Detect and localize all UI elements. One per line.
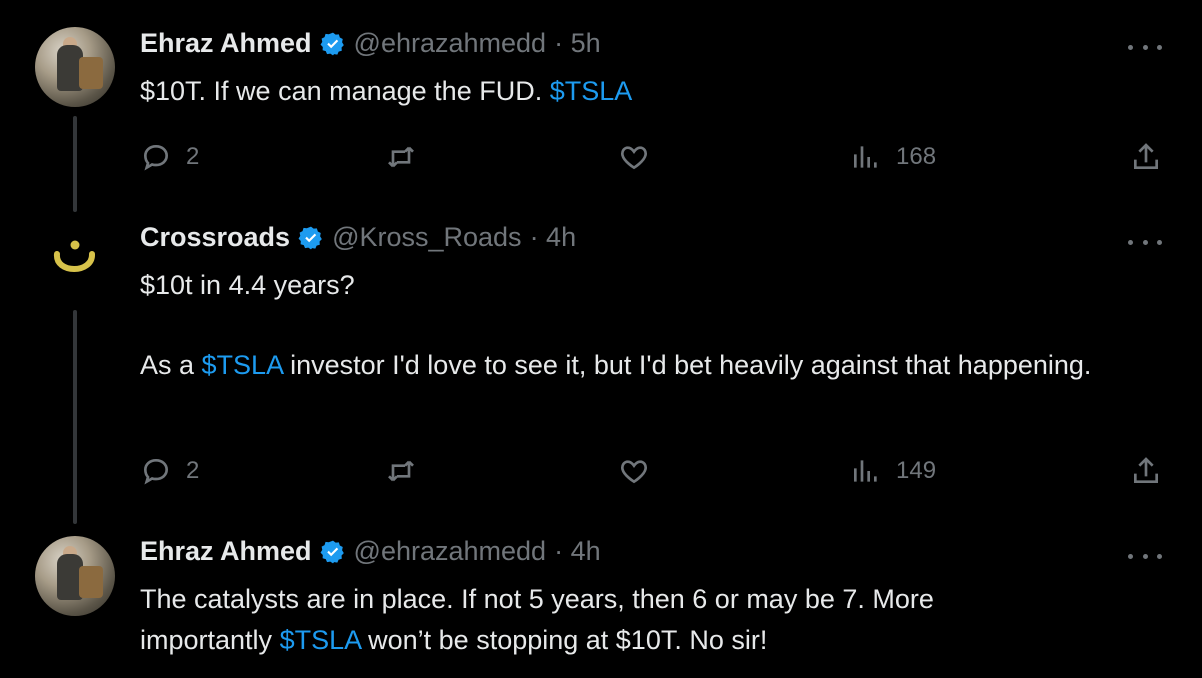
reply-count: 2	[186, 143, 200, 170]
analytics-icon	[854, 460, 877, 482]
like-button[interactable]	[618, 137, 650, 177]
reply-button[interactable]: 2	[140, 451, 199, 491]
tweet-text: $10t in 4.4 years? As a $TSLA investor I…	[140, 265, 1140, 386]
author-handle[interactable]: @ehrazahmedd	[354, 536, 547, 567]
tweet-time[interactable]: · 4h	[530, 222, 577, 253]
avatar[interactable]	[35, 27, 115, 107]
views-button[interactable]: 168	[850, 137, 936, 177]
share-icon	[1134, 457, 1158, 483]
more-options-icon[interactable]	[1128, 546, 1162, 566]
text-span: As a	[140, 350, 202, 380]
view-count: 168	[896, 143, 937, 170]
tweet-actions: 2 168	[140, 137, 1162, 177]
arabic-nun-logo-icon	[54, 240, 95, 272]
avatar[interactable]	[35, 220, 115, 300]
text-span: won’t be stopping at $10T. No sir!	[360, 625, 768, 655]
reply-count: 2	[186, 457, 200, 484]
heart-icon	[621, 460, 647, 484]
text-span: $10T. If we can manage the FUD.	[140, 76, 550, 106]
thread-line-1	[73, 116, 77, 212]
verified-badge-icon	[320, 540, 344, 563]
author-handle[interactable]: @Kross_Roads	[332, 222, 522, 253]
tweet-text: The catalysts are in place. If not 5 yea…	[140, 579, 1060, 661]
verified-badge-icon	[298, 226, 322, 249]
text-paragraph: As a $TSLA investor I'd love to see it, …	[140, 345, 1140, 386]
text-line: $10t in 4.4 years?	[140, 270, 355, 300]
verified-badge-icon	[320, 32, 344, 55]
view-count: 149	[896, 457, 937, 484]
retweet-button[interactable]	[385, 451, 417, 491]
analytics-icon	[854, 146, 877, 168]
author-name[interactable]: Ehraz Ahmed	[140, 536, 312, 567]
share-button[interactable]	[1130, 137, 1162, 177]
share-icon	[1134, 143, 1158, 169]
reply-icon	[143, 144, 169, 171]
like-button[interactable]	[618, 451, 650, 491]
reply-icon	[143, 458, 169, 485]
tweet-actions: 2 149	[140, 451, 1162, 491]
author-name[interactable]: Ehraz Ahmed	[140, 28, 312, 59]
avatar[interactable]	[35, 536, 115, 616]
author-handle[interactable]: @ehrazahmedd	[354, 28, 547, 59]
cashtag-link[interactable]: $TSLA	[550, 76, 633, 106]
cashtag-link[interactable]: $TSLA	[202, 350, 283, 380]
more-options-icon[interactable]	[1128, 37, 1162, 57]
thread-line-2	[73, 310, 77, 524]
retweet-icon	[388, 146, 414, 168]
tweet-header: Ehraz Ahmed @ehrazahmedd · 4h	[140, 536, 601, 567]
tweet-time[interactable]: · 4h	[554, 536, 601, 567]
tweet-header: Ehraz Ahmed @ehrazahmedd · 5h	[140, 28, 601, 59]
author-name[interactable]: Crossroads	[140, 222, 290, 253]
text-span: investor I'd love to see it, but I'd bet…	[282, 350, 1092, 380]
reply-button[interactable]: 2	[140, 137, 199, 177]
tweet-time[interactable]: · 5h	[554, 28, 601, 59]
views-button[interactable]: 149	[850, 451, 936, 491]
retweet-icon	[388, 460, 414, 482]
cashtag-link[interactable]: $TSLA	[280, 625, 361, 655]
heart-icon	[621, 146, 647, 170]
more-options-icon[interactable]	[1128, 232, 1162, 252]
share-button[interactable]	[1130, 451, 1162, 491]
tweet-text: $10T. If we can manage the FUD. $TSLA	[140, 71, 1140, 112]
retweet-button[interactable]	[385, 137, 417, 177]
tweet-header: Crossroads @Kross_Roads · 4h	[140, 222, 576, 253]
